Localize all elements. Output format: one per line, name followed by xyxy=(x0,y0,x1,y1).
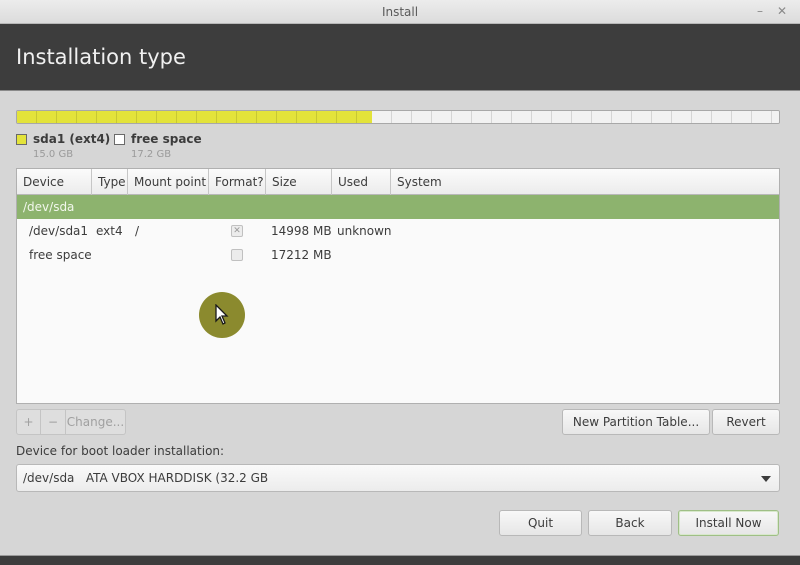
partition-bar-sda1 xyxy=(17,111,373,123)
revert-button[interactable]: Revert xyxy=(712,409,780,435)
page-title: Installation type xyxy=(16,45,186,69)
cell-device: /dev/sda1 xyxy=(29,224,89,238)
column-header-format[interactable]: Format? xyxy=(209,169,266,195)
remove-partition-button[interactable]: − xyxy=(41,409,66,435)
legend-swatch-free-space xyxy=(114,134,125,145)
format-checkbox[interactable]: ✕ xyxy=(231,225,243,237)
column-header-mount-point[interactable]: Mount point xyxy=(128,169,209,195)
window-title: Install xyxy=(381,5,419,19)
new-partition-table-button[interactable]: New Partition Table... xyxy=(562,409,710,435)
mouse-cursor-highlight xyxy=(199,292,245,338)
mouse-pointer-icon xyxy=(215,304,229,325)
cell-size: 14998 MB xyxy=(271,224,332,238)
quit-button[interactable]: Quit xyxy=(499,510,582,536)
page-header: Installation type xyxy=(0,24,800,91)
table-row[interactable]: free space 17212 MB xyxy=(17,243,779,267)
column-header-type[interactable]: Type xyxy=(92,169,128,195)
bootloader-device-select[interactable]: /dev/sda ATA VBOX HARDDISK (32.2 GB xyxy=(16,464,780,492)
legend-size: 15.0 GB xyxy=(33,149,74,160)
column-header-used[interactable]: Used xyxy=(332,169,391,195)
cell-used: unknown xyxy=(337,224,392,238)
add-partition-button[interactable]: + xyxy=(16,409,41,435)
partition-bar-free-space xyxy=(372,111,779,123)
install-now-button[interactable]: Install Now xyxy=(678,510,779,536)
bottom-edge xyxy=(0,555,800,565)
window-titlebar: Install – ✕ xyxy=(0,0,800,24)
table-row[interactable]: /dev/sda1 ext4 / ✕ 14998 MB unknown xyxy=(17,219,779,243)
bootloader-label: Device for boot loader installation: xyxy=(16,444,225,458)
cell-type: ext4 xyxy=(96,224,123,238)
close-icon[interactable]: ✕ xyxy=(777,4,787,18)
table-header: Device Type Mount point Format? Size Use… xyxy=(17,169,779,195)
legend-size: 17.2 GB xyxy=(131,149,172,160)
cell-device: free space xyxy=(29,248,92,262)
bootloader-selected-value: /dev/sda ATA VBOX HARDDISK (32.2 GB xyxy=(23,471,269,485)
format-checkbox[interactable] xyxy=(231,249,243,261)
back-button[interactable]: Back xyxy=(588,510,672,536)
minimize-icon[interactable]: – xyxy=(757,4,763,18)
partition-table[interactable]: Device Type Mount point Format? Size Use… xyxy=(16,168,780,404)
change-partition-button[interactable]: Change... xyxy=(66,409,126,435)
column-header-size[interactable]: Size xyxy=(266,169,332,195)
cell-mount-point: / xyxy=(135,224,140,238)
partition-bar xyxy=(16,110,780,124)
column-header-system[interactable]: System xyxy=(391,169,779,195)
column-header-device[interactable]: Device xyxy=(17,169,92,195)
legend-name: free space xyxy=(131,132,202,146)
legend-name: sda1 (ext4) xyxy=(33,132,111,146)
table-group-row[interactable]: /dev/sda xyxy=(17,195,779,219)
cell-size: 17212 MB xyxy=(271,248,332,262)
dropdown-arrow-icon xyxy=(761,476,771,482)
partition-toolbar: + − Change... xyxy=(16,409,126,435)
legend-swatch-sda1 xyxy=(16,134,27,145)
